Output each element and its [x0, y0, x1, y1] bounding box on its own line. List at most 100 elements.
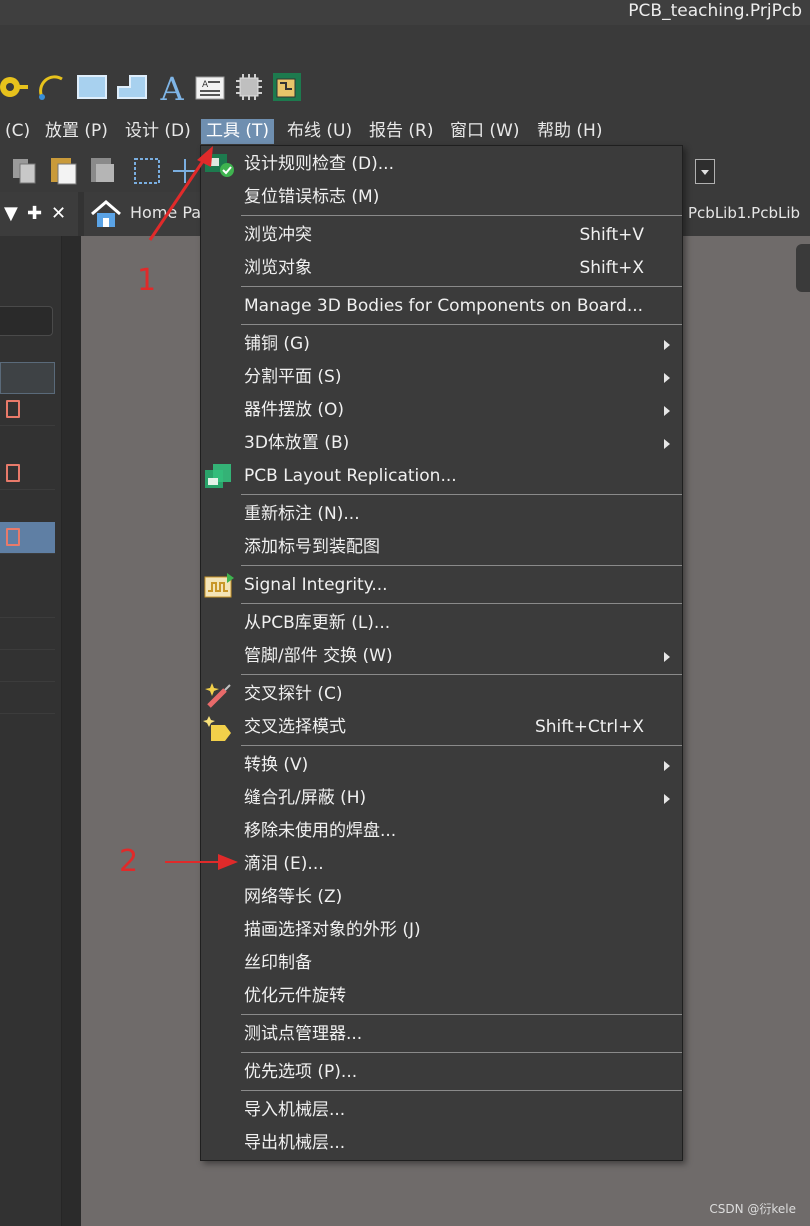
menu-item-shortcut: Shift+Ctrl+X [534, 717, 644, 737]
menu-item-export-mechanical-layers[interactable]: 导出机械层... [201, 1127, 682, 1160]
menu-separator [241, 215, 682, 216]
menu-item-remove-unused-pads[interactable]: 移除未使用的焊盘... [201, 815, 682, 848]
menu-item-label: 分割平面 (S) [244, 367, 342, 387]
menu-item-cross-select-mode[interactable]: 交叉选择模式 Shift+Ctrl+X [201, 711, 682, 744]
title-bar: PCB_teaching.PrjPcb [0, 0, 810, 25]
list-item[interactable] [0, 586, 55, 618]
menu-item-polygon-pours[interactable]: 铺铜 (G) [201, 328, 682, 361]
menu-item-equalize-net-lengths[interactable]: 网络等长 (Z) [201, 881, 682, 914]
menu-item-reset-error-markers[interactable]: 复位错误标志 (M) [201, 181, 682, 214]
signal-integrity-icon [204, 573, 234, 598]
toolbar-dropdown-button[interactable] [695, 159, 715, 184]
paste-icon[interactable] [49, 154, 79, 186]
tab-pcblib[interactable]: PcbLib1.PcbLib [682, 192, 810, 236]
menu-item-update-from-pcb-library[interactable]: 从PCB库更新 (L)... [201, 607, 682, 640]
panel-search-input[interactable] [0, 306, 53, 336]
menu-item-label: 缝合孔/屏蔽 (H) [244, 788, 367, 808]
pad-icon[interactable] [0, 71, 28, 103]
menu-item-label: 转换 (V) [244, 755, 309, 775]
side-panel-tab[interactable] [796, 244, 810, 292]
rubber-stamp-icon[interactable] [88, 154, 118, 186]
menu-c[interactable]: (C) [0, 119, 35, 144]
menu-separator [241, 674, 682, 675]
menu-item-signal-integrity[interactable]: Signal Integrity... [201, 569, 682, 602]
menu-item-manage-3d-bodies[interactable]: Manage 3D Bodies for Components on Board… [201, 290, 682, 323]
menu-reports[interactable]: 报告 (R) [364, 119, 438, 144]
select-area-icon[interactable] [132, 156, 162, 186]
menu-item-testpoint-manager[interactable]: 测试点管理器... [201, 1018, 682, 1051]
menu-item-component-placement[interactable]: 器件摆放 (O) [201, 394, 682, 427]
solid-region-icon[interactable] [116, 71, 148, 103]
arc-icon[interactable] [36, 71, 68, 103]
menu-item-via-stitching[interactable]: 缝合孔/屏蔽 (H) [201, 782, 682, 815]
text-icon[interactable]: A [156, 71, 188, 103]
menu-item-convert[interactable]: 转换 (V) [201, 749, 682, 782]
menu-item-label: 描画选择对象的外形 (J) [244, 920, 421, 940]
submenu-arrow-icon [664, 794, 670, 804]
menu-item-label: 优化元件旋转 [244, 986, 346, 1006]
menu-separator [241, 1052, 682, 1053]
menu-item-preferences[interactable]: 优先选项 (P)... [201, 1056, 682, 1089]
pcb-layout-icon[interactable] [271, 71, 303, 103]
projects-panel [0, 236, 62, 1226]
panel-splitter[interactable] [62, 236, 81, 1226]
menu-item-split-planes[interactable]: 分割平面 (S) [201, 361, 682, 394]
menu-item-silkscreen-preparation[interactable]: 丝印制备 [201, 947, 682, 980]
menu-item-cross-probe[interactable]: 交叉探针 (C) [201, 678, 682, 711]
panel-menu-icon[interactable]: ▼ [4, 204, 18, 224]
menu-separator [241, 494, 682, 495]
pin-icon[interactable]: ✚ [27, 204, 42, 224]
menu-item-label: 重新标注 (N)... [244, 504, 360, 524]
menu-item-browse-violations[interactable]: 浏览冲突 Shift+V [201, 219, 682, 252]
component-icon[interactable] [233, 71, 265, 103]
menu-item-label: 优先选项 (P)... [244, 1062, 358, 1082]
menu-tools[interactable]: 工具 (T) [201, 119, 275, 144]
menu-item-layout-replication[interactable]: PCB Layout Replication... [201, 460, 682, 493]
cross-select-icon [203, 716, 231, 741]
menu-item-add-designators[interactable]: 添加标号到装配图 [201, 531, 682, 564]
menu-item-optimize-component-rotation[interactable]: 优化元件旋转 [201, 980, 682, 1013]
list-item[interactable] [0, 458, 55, 490]
menu-item-label: 交叉选择模式 [244, 717, 346, 737]
list-item[interactable] [0, 650, 55, 682]
menu-item-shortcut: Shift+V [579, 225, 644, 245]
menu-item-label: 导出机械层... [244, 1133, 346, 1153]
svg-text:A: A [202, 80, 209, 90]
tab-home[interactable]: Home Pa [84, 192, 204, 236]
menu-place[interactable]: 放置 (P) [40, 119, 113, 144]
menu-window[interactable]: 窗口 (W) [445, 119, 524, 144]
document-icon [6, 400, 20, 418]
menu-item-teardrops[interactable]: 滴泪 (E)... [201, 848, 682, 881]
menu-help[interactable]: 帮助 (H) [532, 119, 607, 144]
list-item[interactable] [0, 362, 55, 394]
drc-check-icon [205, 154, 234, 177]
menu-design[interactable]: 设计 (D) [120, 119, 196, 144]
fill-icon[interactable] [76, 71, 108, 103]
list-item[interactable] [0, 394, 55, 426]
menu-item-label: 器件摆放 (O) [244, 400, 345, 420]
menu-item-label: 丝印制备 [244, 953, 312, 973]
menu-item-label: 铺铜 (G) [244, 334, 310, 354]
menu-separator [241, 1090, 682, 1091]
menu-item-label: 测试点管理器... [244, 1024, 363, 1044]
list-item[interactable] [0, 682, 55, 714]
menu-item-label: 网络等长 (Z) [244, 887, 343, 907]
menu-bar: (C) 放置 (P) 设计 (D) 工具 (T) 布线 (U) 报告 (R) 窗… [0, 116, 810, 146]
menu-item-outline-selected-objects[interactable]: 描画选择对象的外形 (J) [201, 914, 682, 947]
list-item[interactable] [0, 618, 55, 650]
menu-item-label: 添加标号到装配图 [244, 537, 380, 557]
close-icon[interactable]: ✕ [51, 204, 66, 224]
menu-item-label: 导入机械层... [244, 1100, 346, 1120]
copy-icon[interactable] [10, 156, 40, 186]
menu-route[interactable]: 布线 (U) [282, 119, 357, 144]
text-frame-icon[interactable]: A [194, 71, 226, 103]
menu-item-import-mechanical-layers[interactable]: 导入机械层... [201, 1094, 682, 1127]
list-item-selected[interactable] [0, 522, 55, 554]
menu-item-3d-body-placement[interactable]: 3D体放置 (B) [201, 427, 682, 460]
menu-item-browse-objects[interactable]: 浏览对象 Shift+X [201, 252, 682, 285]
menu-item-drc[interactable]: 设计规则检查 (D)... [201, 148, 682, 181]
menu-item-pin-part-swapping[interactable]: 管脚/部件 交换 (W) [201, 640, 682, 673]
menu-item-reannotate[interactable]: 重新标注 (N)... [201, 498, 682, 531]
menu-item-label: Signal Integrity... [244, 575, 388, 595]
move-icon[interactable] [170, 156, 200, 186]
